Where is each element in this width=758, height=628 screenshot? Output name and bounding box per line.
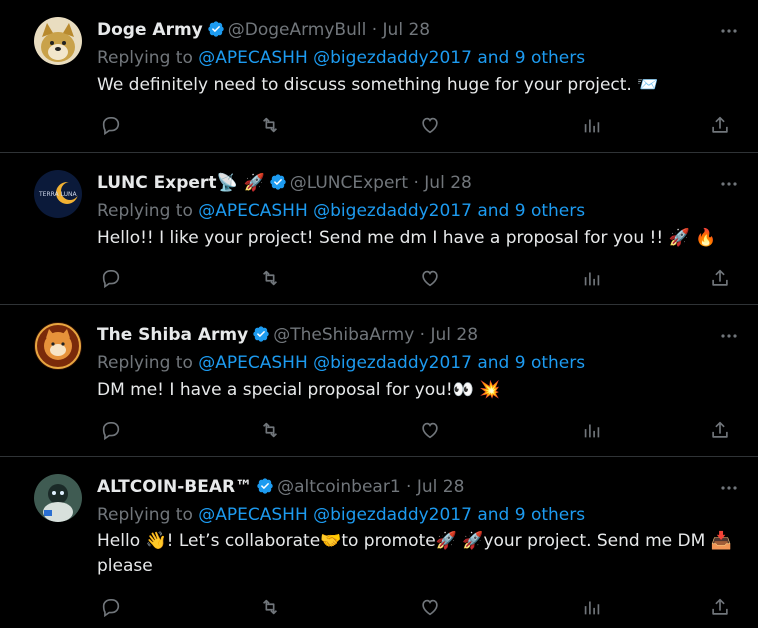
replying-to: Replying to @APECASHH @bigezdaddy2017 an… (97, 201, 586, 221)
like-icon[interactable] (419, 419, 441, 441)
share-icon[interactable] (709, 419, 731, 441)
views-icon[interactable] (581, 267, 603, 289)
replying-to-link[interactable]: @APECASHH @bigezdaddy2017 and 9 others (198, 48, 585, 68)
retweet-icon[interactable] (259, 419, 281, 441)
tweet-actions (96, 267, 736, 289)
tweet-header: LUNC Expert📡 🚀 @LUNCExpert · Jul 28 (97, 173, 472, 193)
handle[interactable]: @altcoinbear1 (277, 477, 401, 497)
avatar-label: TERRA LUNA (38, 191, 77, 198)
more-options-icon[interactable] (720, 175, 738, 193)
verified-icon (253, 326, 269, 342)
display-name[interactable]: LUNC Expert📡 🚀 (97, 173, 265, 193)
more-options-icon[interactable] (720, 479, 738, 497)
tweet[interactable]: Doge Army @DogeArmyBull · Jul 28 Replying… (0, 0, 758, 153)
more-options-icon[interactable] (720, 22, 738, 40)
tweet-text: DM me! I have a special proposal for you… (97, 380, 501, 400)
replying-to-link[interactable]: @APECASHH @bigezdaddy2017 and 9 others (198, 201, 585, 221)
handle[interactable]: @LUNCExpert (290, 173, 408, 193)
more-options-icon[interactable] (720, 327, 738, 345)
handle[interactable]: @DogeArmyBull (228, 20, 367, 40)
tweet-header: The Shiba Army @TheShibaArmy · Jul 28 (97, 325, 479, 345)
views-icon[interactable] (581, 596, 603, 618)
tweet[interactable]: The Shiba Army @TheShibaArmy · Jul 28 Rep… (0, 305, 758, 457)
tweet-actions (96, 419, 736, 441)
reply-icon[interactable] (100, 596, 122, 618)
replying-to-link[interactable]: @APECASHH @bigezdaddy2017 and 9 others (198, 353, 585, 373)
share-icon[interactable] (709, 596, 731, 618)
display-name[interactable]: The Shiba Army (97, 325, 248, 345)
avatar[interactable] (34, 322, 82, 370)
avatar[interactable]: TERRA LUNA (34, 170, 82, 218)
verified-icon (270, 174, 286, 190)
display-name[interactable]: Doge Army (97, 20, 203, 40)
retweet-icon[interactable] (259, 596, 281, 618)
like-icon[interactable] (419, 114, 441, 136)
verified-icon (257, 478, 273, 494)
tweet-text: Hello 👋! Let’s collaborate🤝to promote🚀 🚀… (97, 531, 732, 576)
display-name[interactable]: ALTCOIN-BEAR™ (97, 477, 252, 497)
retweet-icon[interactable] (259, 114, 281, 136)
reply-icon[interactable] (100, 419, 122, 441)
verified-icon (208, 21, 224, 37)
timestamp[interactable]: Jul 28 (383, 20, 431, 40)
replying-to-link[interactable]: @APECASHH @bigezdaddy2017 and 9 others (198, 505, 585, 525)
retweet-icon[interactable] (259, 267, 281, 289)
replying-to: Replying to @APECASHH @bigezdaddy2017 an… (97, 505, 586, 525)
like-icon[interactable] (419, 267, 441, 289)
like-icon[interactable] (419, 596, 441, 618)
avatar[interactable] (34, 474, 82, 522)
replying-to: Replying to @APECASHH @bigezdaddy2017 an… (97, 48, 586, 68)
tweet-actions (96, 596, 736, 618)
reply-icon[interactable] (100, 114, 122, 136)
views-icon[interactable] (581, 419, 603, 441)
tweet[interactable]: TERRA LUNA LUNC Expert📡 🚀 @LUNCExpert · J… (0, 153, 758, 305)
tweet-header: Doge Army @DogeArmyBull · Jul 28 (97, 20, 431, 40)
handle[interactable]: @TheShibaArmy (273, 325, 414, 345)
timestamp[interactable]: Jul 28 (417, 477, 465, 497)
tweet[interactable]: ALTCOIN-BEAR™ @altcoinbear1 · Jul 28 Repl… (0, 457, 758, 628)
tweet-text: Hello!! I like your project! Send me dm … (97, 228, 717, 248)
reply-icon[interactable] (100, 267, 122, 289)
share-icon[interactable] (709, 114, 731, 136)
views-icon[interactable] (581, 114, 603, 136)
tweet-header: ALTCOIN-BEAR™ @altcoinbear1 · Jul 28 (97, 477, 465, 497)
tweet-actions (96, 114, 736, 136)
share-icon[interactable] (709, 267, 731, 289)
tweet-text: We definitely need to discuss something … (97, 75, 659, 95)
timestamp[interactable]: Jul 28 (431, 325, 479, 345)
timestamp[interactable]: Jul 28 (424, 173, 472, 193)
replying-to: Replying to @APECASHH @bigezdaddy2017 an… (97, 353, 586, 373)
avatar[interactable] (34, 17, 82, 65)
